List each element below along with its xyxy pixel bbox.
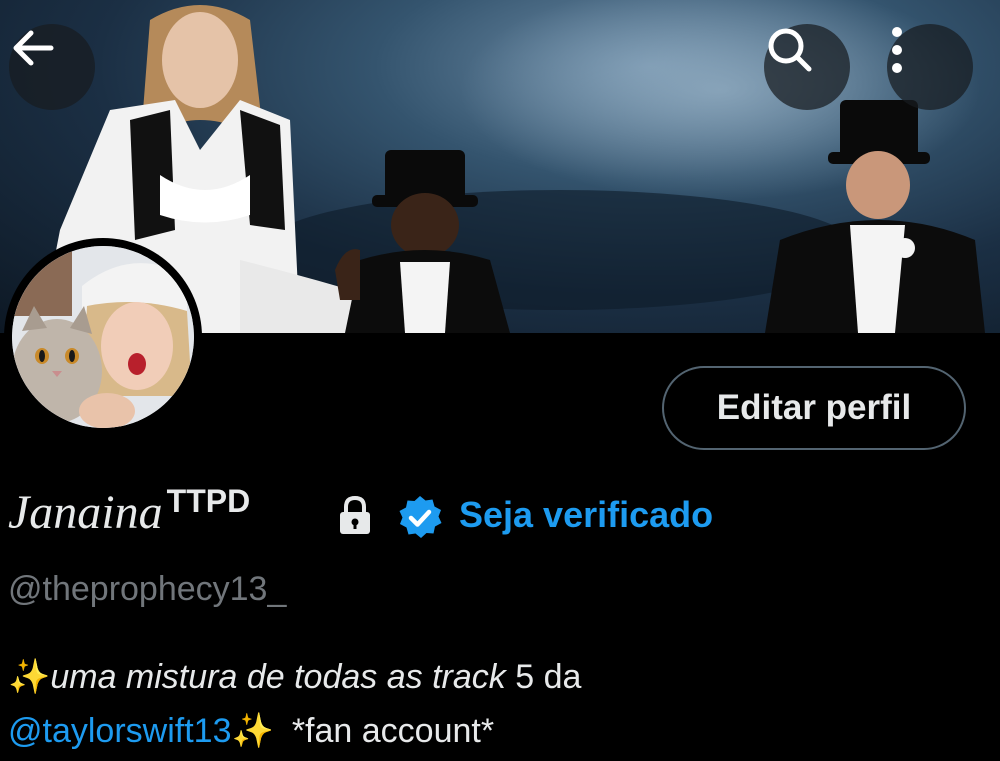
edit-profile-button[interactable]: Editar perfil: [662, 366, 966, 450]
search-button[interactable]: [764, 24, 850, 110]
display-name-suffix: TTPD: [166, 483, 251, 519]
user-handle: @theprophecy13_: [8, 570, 287, 608]
sparkle-emoji: ✨: [8, 658, 51, 696]
back-button[interactable]: [9, 24, 95, 110]
more-options-button[interactable]: [887, 24, 973, 110]
bio-tail-text: *fan account*: [291, 712, 495, 750]
bio: ✨uma mistura de todas as track 5 da @tay…: [8, 650, 581, 758]
bio-line-1: ✨uma mistura de todas as track 5 da: [8, 650, 581, 704]
display-name: Janaina: [8, 486, 163, 539]
more-vertical-icon: [892, 27, 902, 73]
get-verified-link[interactable]: Seja verificado: [459, 493, 713, 537]
bio-text: 5 da: [505, 658, 582, 696]
lock-icon: [340, 495, 370, 534]
avatar-image: [12, 246, 194, 428]
bio-line-2: @taylorswift13✨ *fan account*: [8, 704, 581, 758]
bio-italic-text: uma mistura de todas as track: [50, 658, 506, 696]
display-name-row: Janaina TTPD: [8, 478, 250, 548]
bio-mention-link[interactable]: @taylorswift13: [8, 712, 231, 750]
avatar[interactable]: [4, 238, 202, 436]
sparkle-emoji: ✨: [231, 712, 274, 750]
search-icon: [768, 28, 812, 72]
arrow-left-icon: [13, 30, 54, 66]
verified-badge-icon[interactable]: [396, 494, 444, 542]
